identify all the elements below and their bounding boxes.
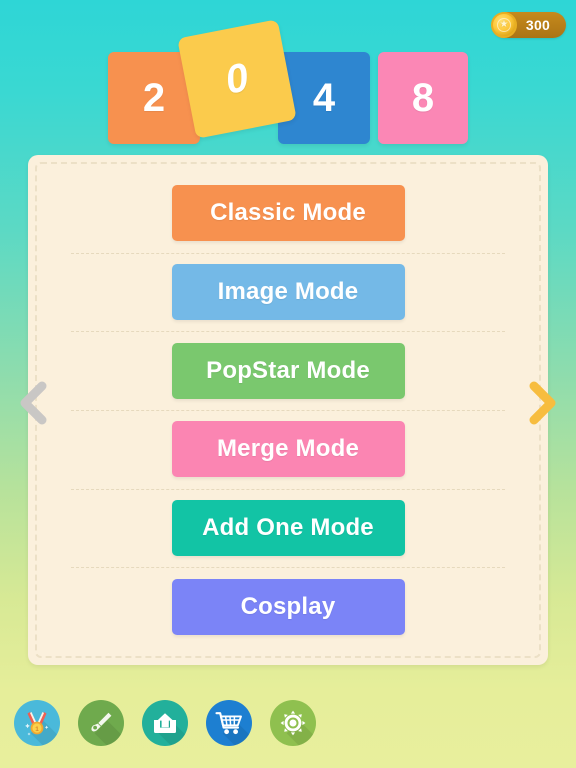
medal-icon: 1 xyxy=(25,712,49,736)
chevron-left-icon[interactable] xyxy=(16,380,50,426)
game-mode-selection-screen: ★ 300 2 0 4 8 Classic Mode Image Mode Po… xyxy=(0,0,576,768)
mode-button-popstar[interactable]: PopStar Mode xyxy=(171,342,405,399)
svg-text:1: 1 xyxy=(35,726,39,733)
brush-icon xyxy=(91,712,112,732)
chevron-right-icon[interactable] xyxy=(526,380,560,426)
coin-star-glyph: ★ xyxy=(499,19,509,30)
coin-icon: ★ xyxy=(491,12,517,38)
theme-brush-button[interactable] xyxy=(78,700,124,746)
shop-button[interactable] xyxy=(206,700,252,746)
mode-row-cosplay: Cosplay xyxy=(62,567,514,646)
mode-row-image: Image Mode xyxy=(62,252,514,332)
logo-tile-0: 0 xyxy=(177,19,297,139)
mode-row-popstar: PopStar Mode xyxy=(62,331,514,410)
settings-button[interactable] xyxy=(270,700,316,746)
mode-menu-panel: Classic Mode Image Mode PopStar Mode Mer… xyxy=(28,155,548,665)
achievements-button[interactable]: 1 xyxy=(14,700,60,746)
mode-button-add-one[interactable]: Add One Mode xyxy=(171,500,405,557)
share-button[interactable] xyxy=(142,700,188,746)
share-icon xyxy=(154,713,176,733)
mode-button-classic[interactable]: Classic Mode xyxy=(171,185,405,242)
mode-list: Classic Mode Image Mode PopStar Mode Mer… xyxy=(28,155,548,665)
gear-icon xyxy=(280,710,306,736)
mode-row-merge: Merge Mode xyxy=(62,410,514,489)
cart-icon xyxy=(215,712,242,735)
mode-button-image[interactable]: Image Mode xyxy=(171,264,405,320)
mode-row-classic: Classic Mode xyxy=(62,174,514,253)
logo-tile-8: 8 xyxy=(378,52,468,144)
mode-row-add-one: Add One Mode xyxy=(62,488,514,568)
game-logo: 2 0 4 8 xyxy=(0,19,576,150)
mode-button-cosplay[interactable]: Cosplay xyxy=(171,578,405,635)
mode-button-merge[interactable]: Merge Mode xyxy=(171,421,405,478)
coin-amount: 300 xyxy=(525,17,551,33)
coin-balance-badge[interactable]: ★ 300 xyxy=(491,12,566,38)
bottom-toolbar: 1 xyxy=(14,700,316,746)
